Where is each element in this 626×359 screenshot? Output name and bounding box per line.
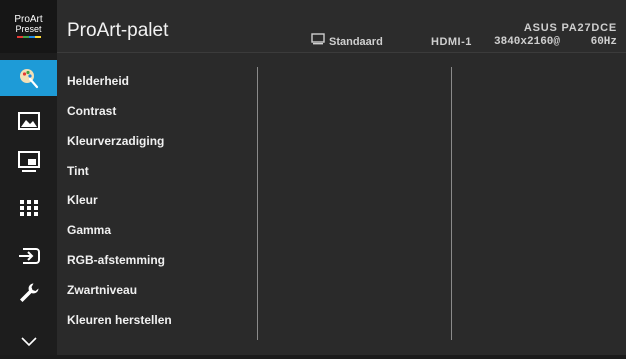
- header-bar: ProArt-palet Standaard HDMI-1 ASUS PA27D…: [57, 0, 626, 53]
- menu-item-kleurverzadiging[interactable]: Kleurverzadiging: [67, 131, 164, 151]
- sidebar: ProArt Preset: [0, 0, 57, 355]
- resolution-label: 3840x2160@: [494, 36, 561, 48]
- chevron-down-icon: [20, 335, 38, 347]
- column-divider-left: [257, 67, 258, 340]
- image-icon: [17, 112, 40, 130]
- menu-item-kleur[interactable]: Kleur: [67, 190, 98, 210]
- sidebar-item-proart-palette[interactable]: [0, 60, 57, 96]
- logo-color-bar: [16, 36, 41, 38]
- sidebar-item-system-grid[interactable]: [0, 190, 57, 226]
- menu-item-kleuren-herstellen[interactable]: Kleuren herstellen: [67, 310, 172, 330]
- sidebar-item-pip[interactable]: [0, 144, 57, 180]
- menu-item-tint[interactable]: Tint: [67, 161, 89, 181]
- preset-mode-label: Standaard: [329, 36, 383, 48]
- menu-item-zwartniveau[interactable]: Zwartniveau: [67, 280, 137, 300]
- sidebar-item-input-select[interactable]: [0, 238, 57, 274]
- sidebar-item-settings[interactable]: [0, 275, 57, 311]
- input-source-label: HDMI-1: [431, 36, 472, 48]
- sidebar-scroll-down[interactable]: [0, 323, 57, 359]
- menu-list: Helderheid Contrast Kleurverzadiging Tin…: [57, 54, 257, 355]
- menu-item-gamma[interactable]: Gamma: [67, 220, 111, 240]
- logo-text-line2: Preset: [15, 24, 42, 34]
- color-palette-icon: [17, 66, 41, 90]
- column-divider-right: [451, 67, 452, 340]
- model-name: ASUS PA27DCE: [523, 22, 617, 34]
- pip-icon: [17, 151, 40, 173]
- input-select-icon: [18, 246, 40, 266]
- menu-item-rgb-afstemming[interactable]: RGB-afstemming: [67, 250, 165, 270]
- osd-window: ProArt Preset ProArt-palet Standaard HDM…: [0, 0, 626, 355]
- monitor-icon: [311, 32, 325, 50]
- refresh-rate-label: 60Hz: [590, 36, 617, 48]
- page-title: ProArt-palet: [67, 20, 169, 41]
- grid-icon: [19, 198, 39, 218]
- sidebar-item-image[interactable]: [0, 103, 57, 139]
- proart-preset-logo[interactable]: ProArt Preset: [0, 0, 57, 53]
- wrench-icon: [18, 282, 40, 304]
- menu-item-contrast[interactable]: Contrast: [67, 101, 116, 121]
- menu-item-helderheid[interactable]: Helderheid: [67, 71, 129, 91]
